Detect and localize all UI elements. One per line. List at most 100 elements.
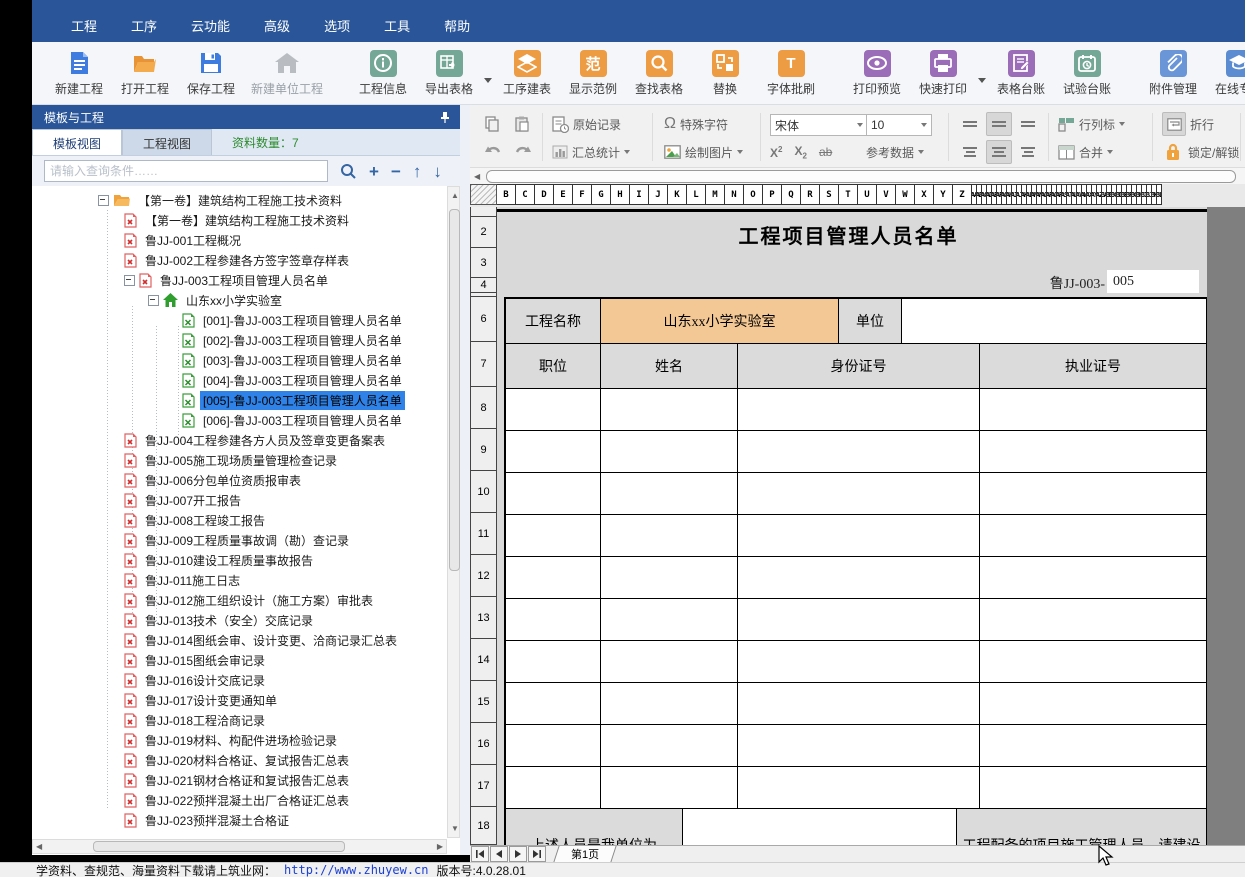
- column-header-Z[interactable]: Z: [953, 184, 972, 205]
- undo-icon[interactable]: [484, 145, 502, 159]
- row-header-4[interactable]: 4: [470, 278, 497, 293]
- rowcol-header-label[interactable]: 行列标: [1079, 116, 1115, 133]
- cell-empty-r8c2[interactable]: [738, 389, 980, 431]
- redo-icon[interactable]: [514, 145, 532, 159]
- tab-project-view[interactable]: 工程视图: [122, 129, 212, 155]
- toolbar-button-在线专家[interactable]: 在线专家: [1213, 50, 1245, 97]
- collapse-all-icon[interactable]: −: [391, 163, 401, 180]
- cell-footer-unit[interactable]: [683, 809, 957, 845]
- toolbar-button-试验台账[interactable]: 试验台账: [1061, 50, 1113, 97]
- tree-item[interactable]: [004]-鲁JJ-003工程项目管理人员名单: [32, 370, 447, 390]
- copy-icon[interactable]: [484, 116, 500, 132]
- tree-item[interactable]: 鲁JJ-020材料合格证、复试报告汇总表: [32, 750, 447, 770]
- original-record-icon[interactable]: [552, 116, 569, 133]
- row-header-2[interactable]: 2: [470, 217, 497, 248]
- tree-item[interactable]: [003]-鲁JJ-003工程项目管理人员名单: [32, 350, 447, 370]
- tree-item[interactable]: 鲁JJ-008工程竣工报告: [32, 510, 447, 530]
- toolbar-button-新建工程[interactable]: 新建工程: [53, 50, 105, 97]
- tree-item[interactable]: 鲁JJ-004工程参建各方人员及签章变更备案表: [32, 430, 447, 450]
- row-header-7[interactable]: 7: [470, 342, 497, 387]
- dropdown-caret-icon[interactable]: [978, 78, 986, 83]
- cell-footer-right[interactable]: 工程配备的项目施工管理人员，请建设: [957, 809, 1207, 845]
- tree-item[interactable]: 鲁JJ-018工程洽商记录: [32, 710, 447, 730]
- column-header-H[interactable]: H: [611, 184, 630, 205]
- cell-empty-r13c3[interactable]: [980, 599, 1207, 641]
- toolbar-button-新建单位工程[interactable]: 新建单位工程: [251, 50, 323, 97]
- halign-left-button[interactable]: [958, 141, 982, 163]
- column-header-U[interactable]: U: [858, 184, 877, 205]
- cell-empty-r11c2[interactable]: [738, 515, 980, 557]
- sheet-title[interactable]: 工程项目管理人员名单: [497, 220, 1200, 249]
- cell-empty-r16c3[interactable]: [980, 725, 1207, 767]
- column-header-N[interactable]: N: [725, 184, 744, 205]
- search-icon[interactable]: [340, 163, 357, 180]
- toolbar-button-打印预览[interactable]: 打印预览: [851, 50, 903, 97]
- special-char-label[interactable]: 特殊字符: [680, 116, 728, 133]
- column-header-L[interactable]: L: [687, 184, 706, 205]
- page-tab[interactable]: 第1页: [553, 846, 616, 862]
- column-header-E[interactable]: E: [554, 184, 573, 205]
- cell-unit-value[interactable]: [902, 299, 1207, 344]
- cell-unit-label[interactable]: 单位: [839, 299, 902, 344]
- toolbar-button-打开工程[interactable]: 打开工程: [119, 50, 171, 97]
- row-header-15[interactable]: 15: [470, 681, 497, 723]
- tree-item[interactable]: 鲁JJ-019材料、构配件进场检验记录: [32, 730, 447, 750]
- merge-label[interactable]: 合并: [1079, 144, 1103, 161]
- cell-empty-r16c0[interactable]: [506, 725, 601, 767]
- cell-project-name-value[interactable]: 山东xx小学实验室: [601, 299, 839, 344]
- valign-bottom-button[interactable]: [1016, 113, 1040, 135]
- column-header-Y[interactable]: Y: [934, 184, 953, 205]
- cell-empty-r9c0[interactable]: [506, 431, 601, 473]
- omega-special-char-icon[interactable]: Ω: [664, 115, 676, 133]
- form-number-cell[interactable]: 005: [1107, 270, 1199, 293]
- dropdown-caret-icon[interactable]: [484, 78, 492, 83]
- halign-right-button[interactable]: [1016, 141, 1040, 163]
- status-url-link[interactable]: http://www.zhuyew.cn: [284, 863, 429, 877]
- cell-empty-r10c2[interactable]: [738, 473, 980, 515]
- row-header-11[interactable]: 11: [470, 513, 497, 555]
- reference-data-button[interactable]: 参考数据: [866, 144, 914, 161]
- column-header-R[interactable]: R: [801, 184, 820, 205]
- column-header-T[interactable]: T: [839, 184, 858, 205]
- tree-item[interactable]: 鲁JJ-001工程概况: [32, 230, 447, 250]
- column-header-O[interactable]: O: [744, 184, 763, 205]
- cell-empty-r13c0[interactable]: [506, 599, 601, 641]
- lock-unlock-icon[interactable]: [1162, 141, 1184, 163]
- dropdown-caret-icon[interactable]: [918, 150, 924, 154]
- tree-expand-toggle[interactable]: [98, 195, 109, 206]
- column-header-I[interactable]: I: [630, 184, 649, 205]
- row-header-9[interactable]: 9: [470, 429, 497, 471]
- tree-item[interactable]: 鲁JJ-021钢材合格证和复试报告汇总表: [32, 770, 447, 790]
- dropdown-caret-icon[interactable]: [737, 150, 743, 154]
- move-up-icon[interactable]: ↑: [413, 163, 422, 180]
- toolbar-button-快速打印[interactable]: 快速打印: [917, 50, 969, 97]
- cell-project-name-label[interactable]: 工程名称: [506, 299, 601, 344]
- cell-empty-r11c0[interactable]: [506, 515, 601, 557]
- cell-header-执业证号[interactable]: 执业证号: [980, 344, 1207, 389]
- cell-empty-r17c3[interactable]: [980, 767, 1207, 809]
- tree-item[interactable]: 鲁JJ-023预拌混凝土合格证: [32, 810, 447, 830]
- first-page-button[interactable]: [471, 846, 489, 862]
- cell-empty-r12c1[interactable]: [601, 557, 738, 599]
- column-header-Q[interactable]: Q: [782, 184, 801, 205]
- summary-stats-label[interactable]: 汇总统计: [572, 144, 620, 161]
- dropdown-caret-icon[interactable]: [1119, 122, 1125, 126]
- row-header-14[interactable]: 14: [470, 639, 497, 681]
- row-header-10[interactable]: 10: [470, 471, 497, 513]
- tree-expand-toggle[interactable]: [148, 295, 159, 306]
- cell-empty-r10c3[interactable]: [980, 473, 1207, 515]
- tree-item[interactable]: 鲁JJ-009工程质量事故调（勘）查记录: [32, 530, 447, 550]
- cell-empty-r15c1[interactable]: [601, 683, 738, 725]
- tab-template-view[interactable]: 模板视图: [32, 129, 122, 155]
- row-header-6[interactable]: 6: [470, 297, 497, 342]
- cell-empty-r15c0[interactable]: [506, 683, 601, 725]
- next-page-button[interactable]: [509, 846, 527, 862]
- column-header-J[interactable]: J: [649, 184, 668, 205]
- lock-label[interactable]: 锁定/解锁: [1188, 144, 1239, 161]
- toolbar-button-附件管理[interactable]: 附件管理: [1147, 50, 1199, 97]
- original-record-label[interactable]: 原始记录: [573, 116, 621, 133]
- cell-header-姓名[interactable]: 姓名: [601, 344, 738, 389]
- tree-item[interactable]: 鲁JJ-005施工现场质量管理检查记录: [32, 450, 447, 470]
- rowcol-header-icon[interactable]: [1058, 117, 1075, 132]
- font-size-select[interactable]: 10: [866, 114, 932, 136]
